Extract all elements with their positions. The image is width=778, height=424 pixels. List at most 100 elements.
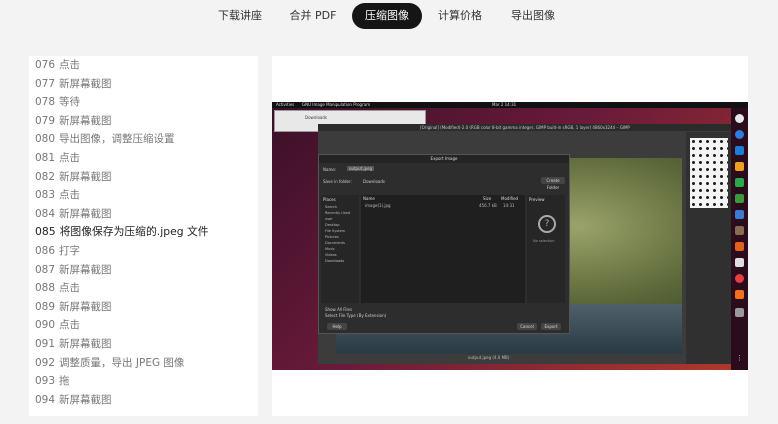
step-number: 089 bbox=[35, 300, 56, 313]
step-label: 新屏幕截图 bbox=[59, 393, 112, 406]
list-item[interactable]: 083 点击 bbox=[29, 186, 258, 205]
ubuntu-dock: ⋮ bbox=[731, 108, 748, 370]
list-item[interactable]: 078 等待 bbox=[29, 93, 258, 112]
places-sidebar: Places Search Recently Used user Desktop… bbox=[321, 195, 359, 303]
step-number: 085 bbox=[35, 225, 56, 239]
tab-export-image[interactable]: 导出图像 bbox=[501, 3, 565, 29]
gimp-title: [Original] (Modified)-2.0 (RGB color 8-b… bbox=[318, 124, 732, 131]
no-selection-label: No selection bbox=[533, 239, 555, 243]
screenshot-image: Activities GNU Image Manipulation Progra… bbox=[272, 102, 748, 370]
dialog-title: Export Image bbox=[319, 155, 569, 163]
list-item[interactable]: 092 调整质量，导出 JPEG 图像 bbox=[29, 354, 258, 373]
file-modified: 14:31 bbox=[503, 203, 515, 208]
step-number: 078 bbox=[35, 96, 56, 109]
step-number: 093 bbox=[35, 375, 56, 388]
list-item[interactable]: 077 新屏幕截图 bbox=[29, 75, 258, 94]
tab-compress-image[interactable]: 压缩图像 bbox=[352, 3, 422, 29]
step-label: 导出图像，调整压缩设置 bbox=[59, 133, 175, 146]
export-dialog: Export Image Name: output.jpeg Save in f… bbox=[318, 154, 570, 334]
sheet-icon[interactable] bbox=[735, 194, 744, 203]
list-item[interactable]: 089 新屏幕截图 bbox=[29, 298, 258, 317]
folder-breadcrumb[interactable]: Downloads bbox=[363, 179, 385, 184]
list-item-active[interactable]: 085 将图像保存为压缩的.jpeg 文件 bbox=[29, 223, 258, 242]
calc-icon[interactable] bbox=[735, 178, 744, 187]
system-topbar: Activities GNU Image Manipulation Progra… bbox=[272, 102, 748, 108]
list-item[interactable]: 094 新屏幕截图 bbox=[29, 391, 258, 410]
places-header: Places bbox=[323, 197, 336, 202]
question-mark-icon: ? bbox=[538, 215, 556, 233]
export-button[interactable]: Export bbox=[541, 323, 561, 330]
software-icon[interactable] bbox=[735, 290, 744, 299]
clock: Mar 2 14:31 bbox=[492, 102, 517, 107]
name-label: Name: bbox=[323, 167, 337, 172]
list-item[interactable]: 086 打字 bbox=[29, 242, 258, 261]
step-label: 打字 bbox=[59, 244, 81, 257]
step-label: 将图像保存为压缩的.jpeg 文件 bbox=[59, 225, 209, 239]
tab-download-lecture[interactable]: 下载讲座 bbox=[208, 3, 272, 29]
tab-merge-pdf[interactable]: 合并 PDF bbox=[281, 3, 345, 29]
gimp-brushes-panel bbox=[686, 132, 732, 364]
brush-grid bbox=[690, 138, 728, 208]
vscode-icon[interactable] bbox=[735, 146, 744, 155]
step-number: 084 bbox=[35, 207, 56, 220]
file-size: 456.7 kB bbox=[479, 203, 497, 208]
step-list: 076 点击 077 新屏幕截图 078 等待 079 新屏幕截图 080 导出图像，调整… bbox=[29, 56, 258, 416]
activities-label: Activities bbox=[276, 102, 295, 107]
help-app-icon[interactable] bbox=[735, 274, 744, 283]
screenshot-panel: Activities GNU Image Manipulation Progra… bbox=[272, 56, 748, 416]
list-item[interactable]: 082 新屏幕截图 bbox=[29, 168, 258, 187]
top-nav: 下载讲座 合并 PDF 压缩图像 计算价格 导出图像 bbox=[0, 0, 778, 34]
step-label: 新屏幕截图 bbox=[59, 114, 112, 127]
list-item[interactable]: 076 点击 bbox=[29, 56, 258, 75]
step-number: 079 bbox=[35, 114, 56, 127]
step-number: 091 bbox=[35, 337, 56, 350]
step-label: 拖 bbox=[59, 375, 70, 388]
step-number: 088 bbox=[35, 282, 56, 295]
vlc-icon[interactable] bbox=[735, 162, 744, 171]
thunderbird-icon[interactable] bbox=[735, 258, 744, 267]
places-item[interactable]: Downloads bbox=[321, 258, 359, 264]
writer-icon[interactable] bbox=[735, 210, 744, 219]
list-item[interactable]: 080 导出图像，调整压缩设置 bbox=[29, 130, 258, 149]
step-number: 094 bbox=[35, 393, 56, 406]
step-number: 090 bbox=[35, 319, 56, 332]
step-label: 点击 bbox=[59, 282, 81, 295]
cancel-button[interactable]: Cancel bbox=[517, 323, 537, 330]
column-size[interactable]: Size bbox=[483, 196, 491, 201]
help-button[interactable]: Help bbox=[327, 323, 347, 330]
browser-icon[interactable] bbox=[735, 130, 744, 139]
step-number: 080 bbox=[35, 133, 56, 146]
app-title: GNU Image Manipulation Program bbox=[302, 102, 371, 107]
save-in-label: Save in folder: bbox=[323, 179, 352, 184]
app-grid-icon[interactable]: ⋮ bbox=[735, 354, 744, 363]
list-item[interactable]: 091 新屏幕截图 bbox=[29, 335, 258, 354]
column-modified[interactable]: Modified bbox=[501, 196, 518, 201]
tab-calculate-price[interactable]: 计算价格 bbox=[428, 3, 492, 29]
step-number: 087 bbox=[35, 263, 56, 276]
file-name[interactable]: image(1).jpg bbox=[365, 203, 391, 208]
list-item[interactable]: 087 新屏幕截图 bbox=[29, 261, 258, 280]
step-label: 新屏幕截图 bbox=[59, 300, 112, 313]
chrome-icon[interactable] bbox=[735, 114, 744, 123]
create-folder-button[interactable]: Create Folder bbox=[541, 177, 565, 190]
impress-icon[interactable] bbox=[735, 242, 744, 251]
list-item[interactable]: 081 点击 bbox=[29, 149, 258, 168]
filewin-label: Downloads bbox=[305, 115, 327, 120]
trash-icon[interactable] bbox=[735, 308, 744, 317]
step-label: 新屏幕截图 bbox=[59, 170, 112, 183]
list-item[interactable]: 084 新屏幕截图 bbox=[29, 205, 258, 224]
list-item[interactable]: 088 点击 bbox=[29, 279, 258, 298]
select-file-type-toggle[interactable]: Select File Type (By Extension) bbox=[325, 313, 386, 318]
list-item[interactable]: 090 点击 bbox=[29, 316, 258, 335]
file-list: Name Size Modified image(1).jpg 456.7 kB… bbox=[361, 195, 525, 303]
list-item[interactable]: 079 新屏幕截图 bbox=[29, 112, 258, 131]
list-item[interactable]: 093 拖 bbox=[29, 372, 258, 391]
name-input[interactable]: output.jpeg bbox=[347, 166, 375, 171]
gimp-icon[interactable] bbox=[735, 226, 744, 235]
preview-pane: Preview ? No selection bbox=[527, 195, 565, 303]
show-all-files-toggle[interactable]: Show All Files bbox=[325, 307, 352, 312]
step-label: 新屏幕截图 bbox=[59, 77, 112, 90]
step-label: 点击 bbox=[59, 189, 81, 202]
column-name[interactable]: Name bbox=[363, 196, 375, 201]
step-number: 081 bbox=[35, 151, 56, 164]
